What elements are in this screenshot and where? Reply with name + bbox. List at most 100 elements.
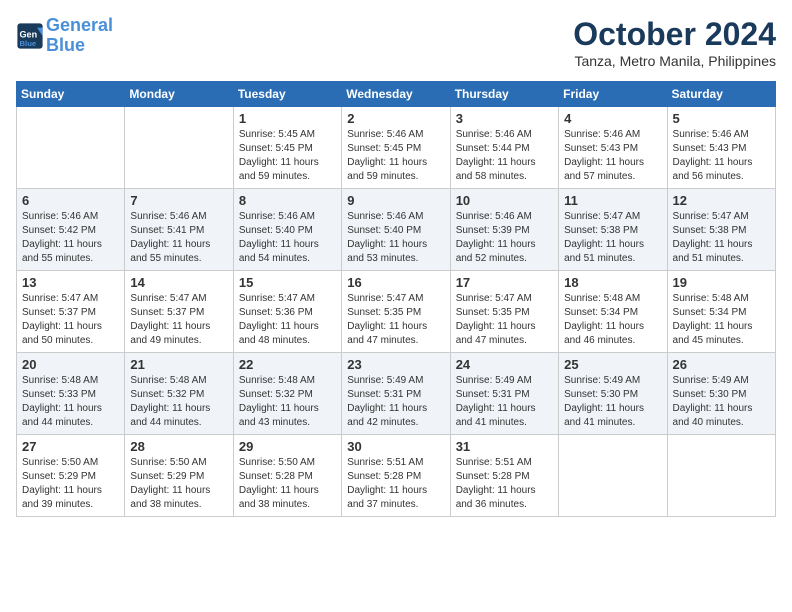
day-cell: 9 Sunrise: 5:46 AM Sunset: 5:40 PM Daylig… (342, 189, 450, 271)
day-info: Sunrise: 5:45 AM Sunset: 5:45 PM Dayligh… (239, 128, 336, 184)
day-cell: 20 Sunrise: 5:48 AM Sunset: 5:33 PM Dayli… (17, 353, 125, 435)
day-info: Sunrise: 5:47 AM Sunset: 5:38 PM Dayligh… (673, 210, 770, 266)
day-info: Sunrise: 5:50 AM Sunset: 5:29 PM Dayligh… (22, 456, 119, 512)
day-info: Sunrise: 5:50 AM Sunset: 5:29 PM Dayligh… (130, 456, 227, 512)
svg-text:Gen: Gen (20, 29, 38, 39)
logo-line2: Blue (46, 35, 85, 55)
day-cell: 16 Sunrise: 5:47 AM Sunset: 5:35 PM Dayli… (342, 271, 450, 353)
day-cell: 22 Sunrise: 5:48 AM Sunset: 5:32 PM Dayli… (233, 353, 341, 435)
day-info: Sunrise: 5:48 AM Sunset: 5:32 PM Dayligh… (239, 374, 336, 430)
day-cell: 4Sunrise: 5:46 AM Sunset: 5:43 PM Daylig… (559, 107, 667, 189)
day-info: Sunrise: 5:46 AM Sunset: 5:39 PM Dayligh… (456, 210, 553, 266)
day-number: 10 (456, 193, 553, 208)
calendar-table: SundayMondayTuesdayWednesdayThursdayFrid… (16, 81, 776, 517)
day-info: Sunrise: 5:47 AM Sunset: 5:38 PM Dayligh… (564, 210, 661, 266)
day-info: Sunrise: 5:46 AM Sunset: 5:42 PM Dayligh… (22, 210, 119, 266)
header-sunday: Sunday (17, 82, 125, 107)
day-cell: 25 Sunrise: 5:49 AM Sunset: 5:30 PM Dayli… (559, 353, 667, 435)
day-cell: 17 Sunrise: 5:47 AM Sunset: 5:35 PM Dayli… (450, 271, 558, 353)
day-cell: 15 Sunrise: 5:47 AM Sunset: 5:36 PM Dayli… (233, 271, 341, 353)
day-number: 17 (456, 275, 553, 290)
day-cell: 21 Sunrise: 5:48 AM Sunset: 5:32 PM Dayli… (125, 353, 233, 435)
day-number: 21 (130, 357, 227, 372)
day-cell: 26 Sunrise: 5:49 AM Sunset: 5:30 PM Dayli… (667, 353, 775, 435)
day-info: Sunrise: 5:46 AM Sunset: 5:43 PM Dayligh… (673, 128, 770, 184)
day-number: 29 (239, 439, 336, 454)
day-info: Sunrise: 5:46 AM Sunset: 5:40 PM Dayligh… (347, 210, 444, 266)
day-info: Sunrise: 5:47 AM Sunset: 5:37 PM Dayligh… (130, 292, 227, 348)
day-info: Sunrise: 5:47 AM Sunset: 5:36 PM Dayligh… (239, 292, 336, 348)
day-number: 13 (22, 275, 119, 290)
day-info: Sunrise: 5:50 AM Sunset: 5:28 PM Dayligh… (239, 456, 336, 512)
day-info: Sunrise: 5:47 AM Sunset: 5:35 PM Dayligh… (456, 292, 553, 348)
day-number: 20 (22, 357, 119, 372)
day-number: 6 (22, 193, 119, 208)
title-area: October 2024 Tanza, Metro Manila, Philip… (573, 16, 776, 69)
day-cell: 1 Sunrise: 5:45 AM Sunset: 5:45 PM Daylig… (233, 107, 341, 189)
day-number: 27 (22, 439, 119, 454)
day-info: Sunrise: 5:47 AM Sunset: 5:37 PM Dayligh… (22, 292, 119, 348)
svg-text:Blue: Blue (20, 39, 37, 48)
day-cell: 8Sunrise: 5:46 AM Sunset: 5:40 PM Daylig… (233, 189, 341, 271)
logo: Gen Blue General Blue (16, 16, 113, 56)
day-number: 14 (130, 275, 227, 290)
day-number: 19 (673, 275, 770, 290)
day-info: Sunrise: 5:48 AM Sunset: 5:33 PM Dayligh… (22, 374, 119, 430)
day-cell: 13 Sunrise: 5:47 AM Sunset: 5:37 PM Dayli… (17, 271, 125, 353)
logo-text: General Blue (46, 16, 113, 56)
day-number: 28 (130, 439, 227, 454)
day-info: Sunrise: 5:49 AM Sunset: 5:30 PM Dayligh… (564, 374, 661, 430)
day-cell: 12 Sunrise: 5:47 AM Sunset: 5:38 PM Dayli… (667, 189, 775, 271)
day-info: Sunrise: 5:48 AM Sunset: 5:32 PM Dayligh… (130, 374, 227, 430)
week-row-2: 6 Sunrise: 5:46 AM Sunset: 5:42 PM Daylig… (17, 189, 776, 271)
day-cell (125, 107, 233, 189)
day-info: Sunrise: 5:46 AM Sunset: 5:44 PM Dayligh… (456, 128, 553, 184)
day-cell: 7Sunrise: 5:46 AM Sunset: 5:41 PM Daylig… (125, 189, 233, 271)
day-info: Sunrise: 5:46 AM Sunset: 5:41 PM Dayligh… (130, 210, 227, 266)
day-cell: 19 Sunrise: 5:48 AM Sunset: 5:34 PM Dayli… (667, 271, 775, 353)
day-cell: 11 Sunrise: 5:47 AM Sunset: 5:38 PM Dayli… (559, 189, 667, 271)
day-number: 31 (456, 439, 553, 454)
day-number: 5 (673, 111, 770, 126)
day-number: 18 (564, 275, 661, 290)
day-cell (17, 107, 125, 189)
day-cell: 18 Sunrise: 5:48 AM Sunset: 5:34 PM Dayli… (559, 271, 667, 353)
day-number: 16 (347, 275, 444, 290)
day-number: 11 (564, 193, 661, 208)
day-number: 12 (673, 193, 770, 208)
week-row-5: 27 Sunrise: 5:50 AM Sunset: 5:29 PM Dayli… (17, 435, 776, 517)
day-info: Sunrise: 5:47 AM Sunset: 5:35 PM Dayligh… (347, 292, 444, 348)
day-number: 9 (347, 193, 444, 208)
day-info: Sunrise: 5:48 AM Sunset: 5:34 PM Dayligh… (673, 292, 770, 348)
day-number: 15 (239, 275, 336, 290)
header-wednesday: Wednesday (342, 82, 450, 107)
day-number: 26 (673, 357, 770, 372)
logo-icon: Gen Blue (16, 22, 44, 50)
day-cell: 27 Sunrise: 5:50 AM Sunset: 5:29 PM Dayli… (17, 435, 125, 517)
header-friday: Friday (559, 82, 667, 107)
day-cell (559, 435, 667, 517)
day-cell: 31 Sunrise: 5:51 AM Sunset: 5:28 PM Dayli… (450, 435, 558, 517)
day-info: Sunrise: 5:46 AM Sunset: 5:45 PM Dayligh… (347, 128, 444, 184)
day-number: 25 (564, 357, 661, 372)
calendar-header-row: SundayMondayTuesdayWednesdayThursdayFrid… (17, 82, 776, 107)
day-info: Sunrise: 5:48 AM Sunset: 5:34 PM Dayligh… (564, 292, 661, 348)
header-tuesday: Tuesday (233, 82, 341, 107)
day-info: Sunrise: 5:49 AM Sunset: 5:30 PM Dayligh… (673, 374, 770, 430)
day-cell: 2 Sunrise: 5:46 AM Sunset: 5:45 PM Daylig… (342, 107, 450, 189)
day-number: 4 (564, 111, 661, 126)
day-cell: 30Sunrise: 5:51 AM Sunset: 5:28 PM Dayli… (342, 435, 450, 517)
day-cell: 3Sunrise: 5:46 AM Sunset: 5:44 PM Daylig… (450, 107, 558, 189)
day-number: 22 (239, 357, 336, 372)
day-cell: 6 Sunrise: 5:46 AM Sunset: 5:42 PM Daylig… (17, 189, 125, 271)
day-info: Sunrise: 5:51 AM Sunset: 5:28 PM Dayligh… (456, 456, 553, 512)
day-info: Sunrise: 5:46 AM Sunset: 5:40 PM Dayligh… (239, 210, 336, 266)
day-info: Sunrise: 5:51 AM Sunset: 5:28 PM Dayligh… (347, 456, 444, 512)
day-number: 2 (347, 111, 444, 126)
day-number: 1 (239, 111, 336, 126)
week-row-3: 13 Sunrise: 5:47 AM Sunset: 5:37 PM Dayli… (17, 271, 776, 353)
day-cell: 24Sunrise: 5:49 AM Sunset: 5:31 PM Dayli… (450, 353, 558, 435)
location-subtitle: Tanza, Metro Manila, Philippines (573, 53, 776, 69)
day-info: Sunrise: 5:49 AM Sunset: 5:31 PM Dayligh… (456, 374, 553, 430)
day-cell: 23Sunrise: 5:49 AM Sunset: 5:31 PM Dayli… (342, 353, 450, 435)
